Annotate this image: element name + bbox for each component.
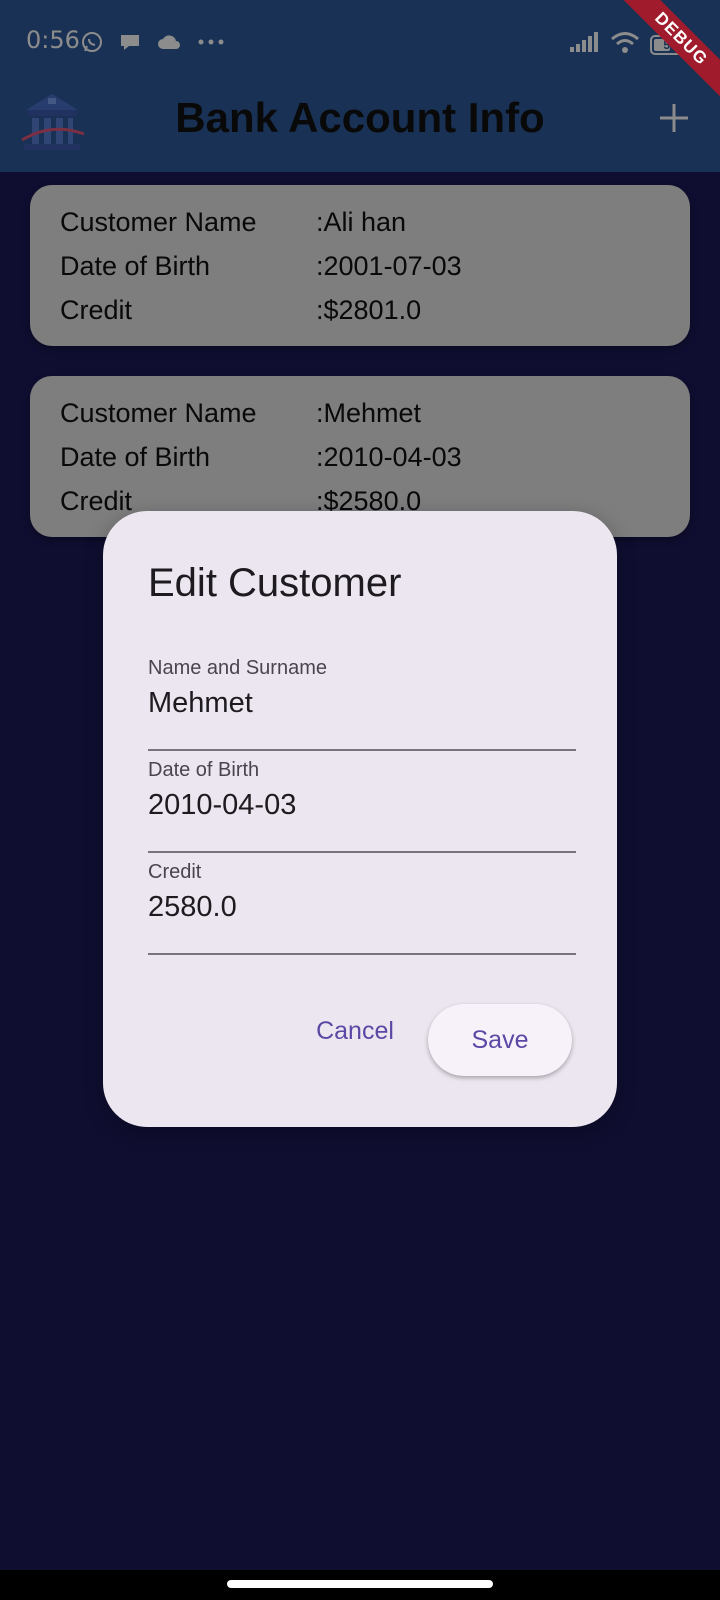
cancel-button[interactable]: Cancel [303,1003,407,1059]
home-gesture-handle[interactable] [227,1580,493,1588]
name-field: Name and Surname [148,657,576,751]
credit-field-label: Credit [148,861,202,883]
edit-customer-dialog: Edit Customer Name and Surname Date of B… [103,511,617,1127]
credit-field: Credit [148,861,576,955]
dob-input[interactable] [148,785,576,825]
name-field-label: Name and Surname [148,657,327,679]
save-button[interactable]: Save [428,1004,572,1076]
dob-field: Date of Birth [148,759,576,853]
navigation-bar [0,1570,720,1600]
app-screen: 0:56 DEBUG Bank Account Info Customer Na… [0,0,720,1600]
name-input[interactable] [148,683,576,723]
credit-input[interactable] [148,887,576,927]
dob-field-label: Date of Birth [148,759,260,781]
dialog-title: Edit Customer [148,561,402,605]
